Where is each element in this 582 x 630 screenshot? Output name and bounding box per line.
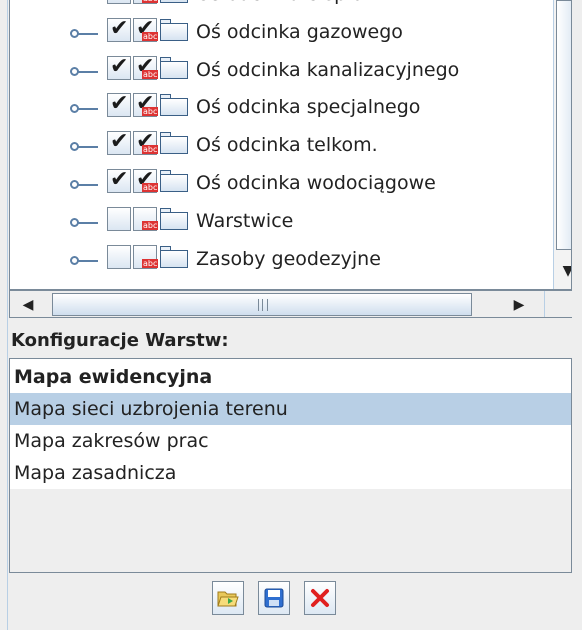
horizontal-scroll-thumb[interactable] xyxy=(52,293,472,316)
vertical-scrollbar[interactable]: ▼ xyxy=(553,0,571,289)
tree-node-handle-icon[interactable] xyxy=(70,178,98,190)
config-list-item[interactable]: Mapa ewidencyjna xyxy=(10,361,571,393)
layer-tree[interactable]: ✔✔abcOś odcinka ciepłown.✔✔abcOś odcinka… xyxy=(9,0,572,290)
scroll-right-arrow-icon[interactable]: ▶ xyxy=(505,294,533,316)
labels-checkbox[interactable]: ✔abc xyxy=(133,16,159,42)
layer-name: Oś odcinka specjalnego xyxy=(196,96,421,119)
label-abc-icon: abc xyxy=(142,69,159,79)
config-list-item[interactable]: Mapa sieci uzbrojenia terenu xyxy=(10,393,571,425)
checkmark-icon: ✔ xyxy=(110,129,129,155)
tree-row[interactable]: abc Warstwice xyxy=(10,204,540,242)
scroll-left-arrow-icon[interactable]: ◀ xyxy=(14,294,42,316)
folder-open-icon xyxy=(217,591,239,607)
save-icon xyxy=(264,588,284,608)
folder-icon xyxy=(160,0,188,3)
tree-row[interactable]: ✔ ✔ abc Oś odcinka kanalizacyjnego xyxy=(10,53,540,91)
visibility-checkbox[interactable]: ✔ xyxy=(107,167,131,193)
save-config-button[interactable] xyxy=(258,581,290,615)
checkmark-icon: ✔ xyxy=(110,0,128,3)
tree-node-handle-icon[interactable] xyxy=(70,65,98,77)
labels-checkbox[interactable]: ✔abc xyxy=(133,92,159,118)
open-config-button[interactable] xyxy=(212,581,244,615)
layer-name: Oś odcinka gazowego xyxy=(196,20,403,43)
checkmark-icon: ✔ xyxy=(110,53,129,79)
layer-name: Oś odcinka kanalizacyjnego xyxy=(196,58,460,81)
tree-node-handle-icon[interactable] xyxy=(70,27,98,39)
labels-checkbox[interactable]: ✔abc xyxy=(133,168,159,193)
labels-checkbox[interactable]: ✔abc xyxy=(133,54,159,80)
label-abc-icon: abc xyxy=(142,258,159,268)
visibility-checkbox[interactable] xyxy=(107,206,131,231)
tree-node-handle-icon[interactable] xyxy=(70,216,98,228)
vertical-scroll-thumb[interactable] xyxy=(556,0,571,250)
folder-icon xyxy=(160,245,188,268)
label-abc-icon: abc xyxy=(142,183,159,192)
visibility-checkbox[interactable]: ✔ xyxy=(107,15,131,42)
label-abc-icon: abc xyxy=(142,145,159,155)
delete-icon xyxy=(311,589,329,607)
folder-icon xyxy=(160,56,188,79)
scroll-grip-icon xyxy=(258,299,268,311)
layer-config-list[interactable]: Mapa ewidencyjna Mapa sieci uzbrojenia te… xyxy=(9,358,572,573)
tree-row[interactable]: ✔ ✔ abc Oś odcinka gazowego xyxy=(10,15,540,53)
visibility-checkbox[interactable]: ✔ xyxy=(107,129,131,156)
tree-row[interactable]: ✔ ✔abc Oś odcinka ciepłown. xyxy=(10,0,540,15)
folder-icon xyxy=(160,132,188,155)
folder-icon xyxy=(160,207,188,230)
labels-checkbox[interactable]: abc xyxy=(133,206,159,231)
config-heading: Konfiguracje Warstw: xyxy=(11,330,229,351)
scroll-corner xyxy=(544,291,572,317)
folder-icon xyxy=(160,170,188,192)
folder-icon xyxy=(160,18,188,41)
tree-node-handle-icon[interactable] xyxy=(70,140,98,152)
tree-row[interactable]: abc Zasoby geodezyjne xyxy=(10,242,540,280)
tree-node-handle-icon[interactable] xyxy=(70,0,82,1)
left-border xyxy=(0,0,8,630)
checkmark-icon: ✔ xyxy=(110,91,129,117)
visibility-checkbox[interactable]: ✔ xyxy=(107,53,131,80)
tree-row[interactable]: ✔ ✔ abc Oś odcinka telkom. xyxy=(10,128,540,166)
scroll-down-arrow-icon[interactable]: ▼ xyxy=(556,256,571,286)
config-list-item[interactable]: Mapa zasadnicza xyxy=(10,457,571,489)
labels-checkbox[interactable]: ✔abc xyxy=(133,130,159,156)
label-abc-icon: abc xyxy=(142,0,159,3)
tree-row[interactable]: ✔ ✔ abc Oś odcinka wodociągowe xyxy=(10,166,540,204)
config-toolbar xyxy=(0,573,582,630)
label-abc-icon: abc xyxy=(142,107,159,117)
folder-icon xyxy=(160,94,188,117)
horizontal-scrollbar[interactable]: ◀ ▶ xyxy=(9,290,572,318)
labels-checkbox[interactable]: ✔abc xyxy=(133,0,159,4)
layer-name: Oś odcinka telkom. xyxy=(196,134,378,157)
checkmark-icon: ✔ xyxy=(110,167,129,192)
visibility-checkbox[interactable] xyxy=(107,244,131,269)
visibility-checkbox[interactable]: ✔ xyxy=(107,91,131,118)
labels-checkbox[interactable]: abc xyxy=(133,244,159,269)
layer-name: Oś odcinka wodociągowe xyxy=(196,172,436,194)
label-abc-icon: abc xyxy=(142,31,159,41)
label-abc-icon: abc xyxy=(142,220,159,230)
layer-name: Warstwice xyxy=(196,209,294,232)
delete-config-button[interactable] xyxy=(304,581,336,615)
layer-name: Zasoby geodezyjne xyxy=(196,247,381,270)
tree-node-handle-icon[interactable] xyxy=(70,254,98,266)
right-border xyxy=(572,0,582,630)
checkmark-icon: ✔ xyxy=(110,15,129,41)
tree-node-handle-icon[interactable] xyxy=(70,102,98,114)
layer-name: Oś odcinka ciepłown. xyxy=(196,0,397,5)
config-list-item[interactable]: Mapa zakresów prac xyxy=(10,425,571,457)
tree-row[interactable]: ✔ ✔ abc Oś odcinka specjalnego xyxy=(10,90,540,128)
visibility-checkbox[interactable]: ✔ xyxy=(107,0,131,4)
